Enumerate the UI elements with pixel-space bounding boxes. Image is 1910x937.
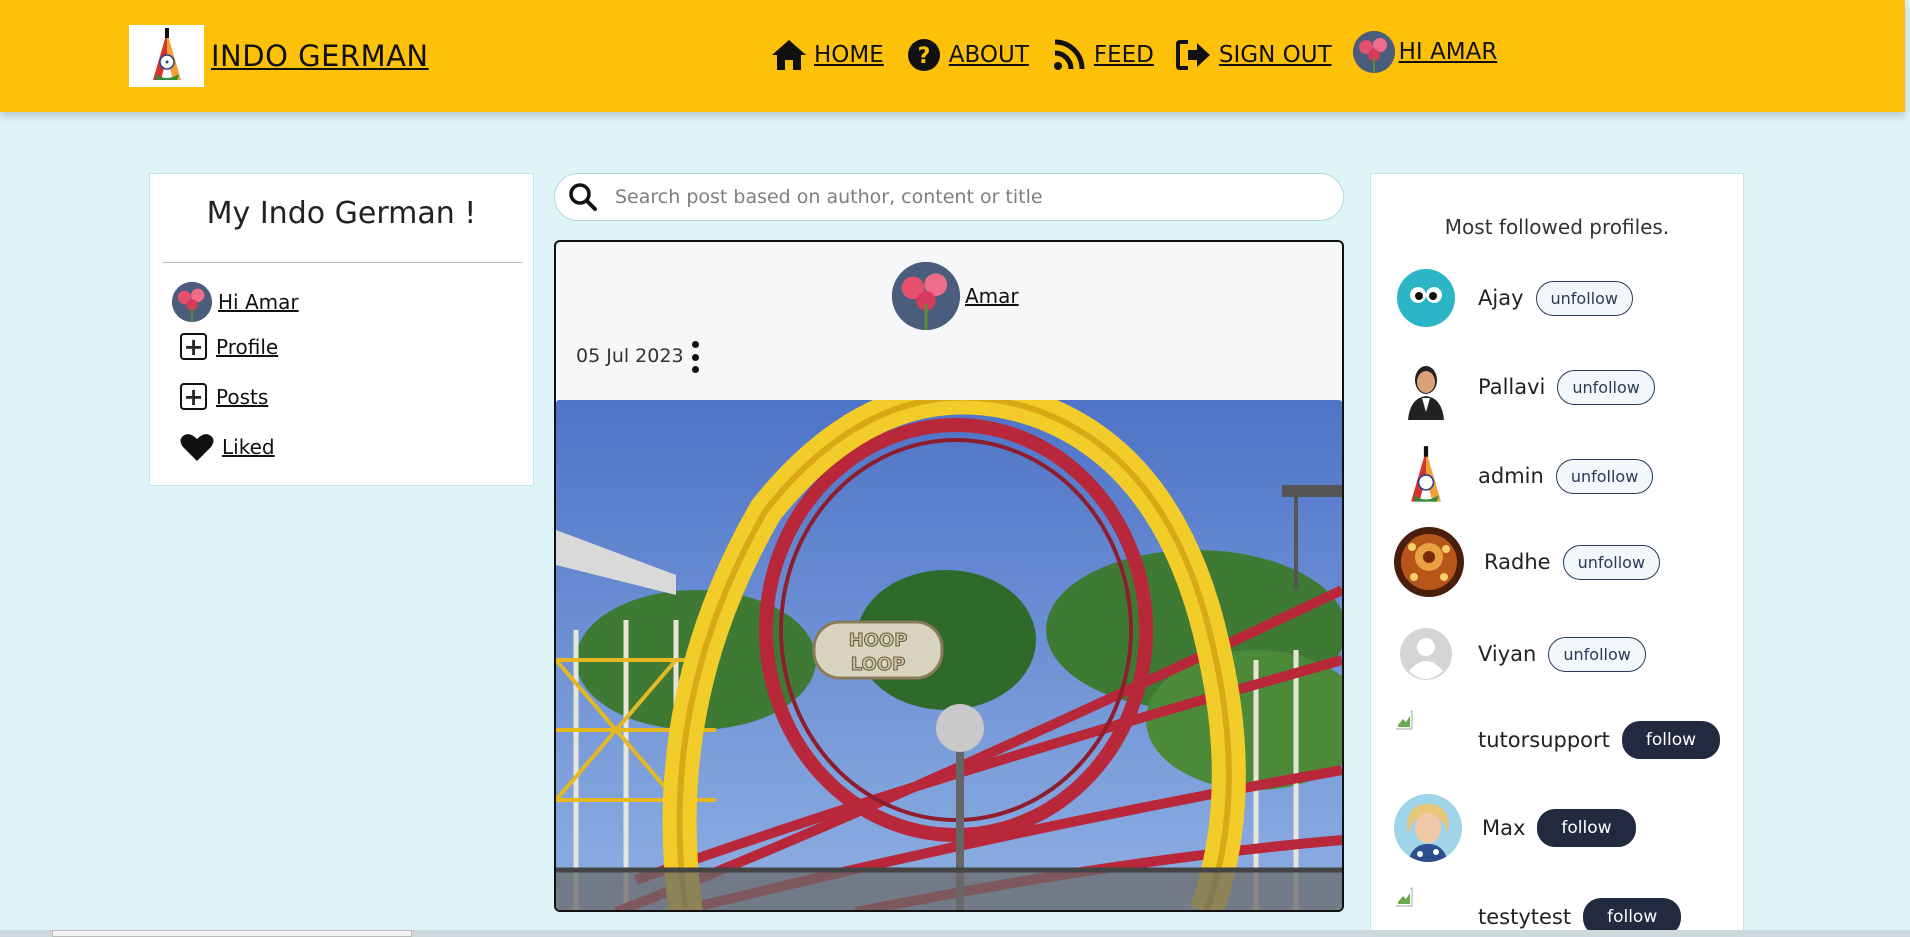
sidebar-item-liked[interactable]: Liked [180,432,275,462]
sidebar-card: My Indo German ! Hi Amar + Profile + Pos… [149,173,534,486]
nav-about-label: ABOUT [948,42,1029,68]
nav-user[interactable]: HI AMAR [1352,31,1498,73]
unfollow-button[interactable]: unfollow [1548,636,1646,672]
sidebar-item-liked-label: Liked [222,435,275,459]
sidebar-item-posts[interactable]: + Posts [180,383,268,410]
unfollow-button[interactable]: unfollow [1562,544,1661,580]
svg-text:?: ? [917,44,930,69]
rss-feed-icon [1050,36,1088,74]
nav-feed-label: FEED [1093,42,1154,68]
profile-name[interactable]: Max [1482,816,1525,840]
plus-square-icon: + [180,383,207,410]
profile-name[interactable]: Radhe [1484,550,1551,574]
nav-user-greeting: HI AMAR [1398,39,1498,65]
profile-name[interactable]: Pallavi [1478,375,1545,399]
nav-sign-out-label: SIGN OUT [1218,42,1332,68]
profile-row: admin unfollow [1394,443,1654,509]
post-author-name: Amar [965,284,1019,308]
heart-icon [180,432,214,462]
follow-button[interactable]: follow [1621,721,1721,759]
post-image: HOOP LOOP [556,400,1342,910]
scrollbar-thumb[interactable] [52,930,412,937]
svg-text:HOOP: HOOP [849,630,908,651]
question-circle-icon: ? [905,36,943,74]
sidebar-item-profile[interactable]: + Profile [180,333,278,360]
profile-row: Ajay unfollow [1394,265,1633,331]
profile-avatar[interactable] [1394,354,1458,420]
nav-feed[interactable]: FEED [1050,36,1154,74]
post-search [554,173,1344,221]
sidebar-item-profile-label: Profile [216,334,279,359]
unfollow-button[interactable]: unfollow [1557,369,1655,405]
profile-row: Radhe unfollow [1394,527,1661,597]
sidebar-divider [163,262,522,263]
nav-about[interactable]: ? ABOUT [905,36,1029,74]
search-icon [565,179,601,215]
brand-logo-icon [129,25,204,87]
brand-link[interactable]: INDO GERMAN [129,25,429,87]
most-followed-card: Most followed profiles. Ajay unfollow Pa… [1370,173,1744,937]
post-author-link[interactable]: Amar [892,262,1019,330]
nav-sign-out[interactable]: SIGN OUT [1175,36,1332,74]
post-date: 05 Jul 2023 [576,345,684,367]
profile-row: Pallavi unfollow [1394,354,1655,420]
profile-name[interactable]: testytest [1478,905,1571,929]
sidebar-user-avatar [172,282,212,322]
profile-name[interactable]: tutorsupport [1478,728,1610,752]
main-nav: HOME ? ABOUT FEED SIGN OUT HI AMAR [770,31,1518,74]
profile-row: Max follow [1394,794,1636,862]
most-followed-title: Most followed profiles. [1444,215,1670,239]
plus-square-icon: + [180,333,207,360]
profile-row: Viyan unfollow [1394,621,1646,687]
sidebar-item-posts-label: Posts [216,384,269,409]
post-card: Amar 05 Jul 2023 HOOP LOOP [554,240,1344,912]
post-options-menu-icon[interactable] [688,341,702,373]
nav-home[interactable]: HOME [770,36,884,74]
svg-text:LOOP: LOOP [851,654,906,675]
nav-home-label: HOME [814,42,884,68]
sidebar-title: My Indo German ! [206,196,477,231]
profile-name[interactable]: Ajay [1478,286,1524,310]
unfollow-button[interactable]: unfollow [1555,458,1654,494]
profile-name[interactable]: admin [1478,464,1544,488]
broken-image-icon[interactable] [1394,707,1458,773]
unfollow-button[interactable]: unfollow [1535,280,1633,316]
profile-avatar[interactable] [1394,621,1458,687]
user-avatar [1352,31,1395,73]
post-author-avatar [892,262,960,330]
sidebar-user-link[interactable]: Hi Amar [172,282,299,322]
profile-avatar[interactable] [1394,443,1458,509]
profile-name[interactable]: Viyan [1478,642,1536,666]
search-input[interactable] [615,186,1315,208]
profile-avatar[interactable] [1394,265,1458,331]
profile-avatar[interactable] [1394,794,1462,862]
profile-avatar[interactable] [1394,527,1464,597]
brand-name: INDO GERMAN [211,39,429,73]
sign-out-icon [1175,36,1213,74]
follow-button[interactable]: follow [1537,809,1636,847]
home-icon [770,36,808,74]
profile-row: tutorsupport follow [1394,707,1721,773]
top-navbar: INDO GERMAN HOME ? ABOUT FEED SIGN OUT H… [0,0,1905,112]
sidebar-user-label: Hi Amar [218,290,299,314]
